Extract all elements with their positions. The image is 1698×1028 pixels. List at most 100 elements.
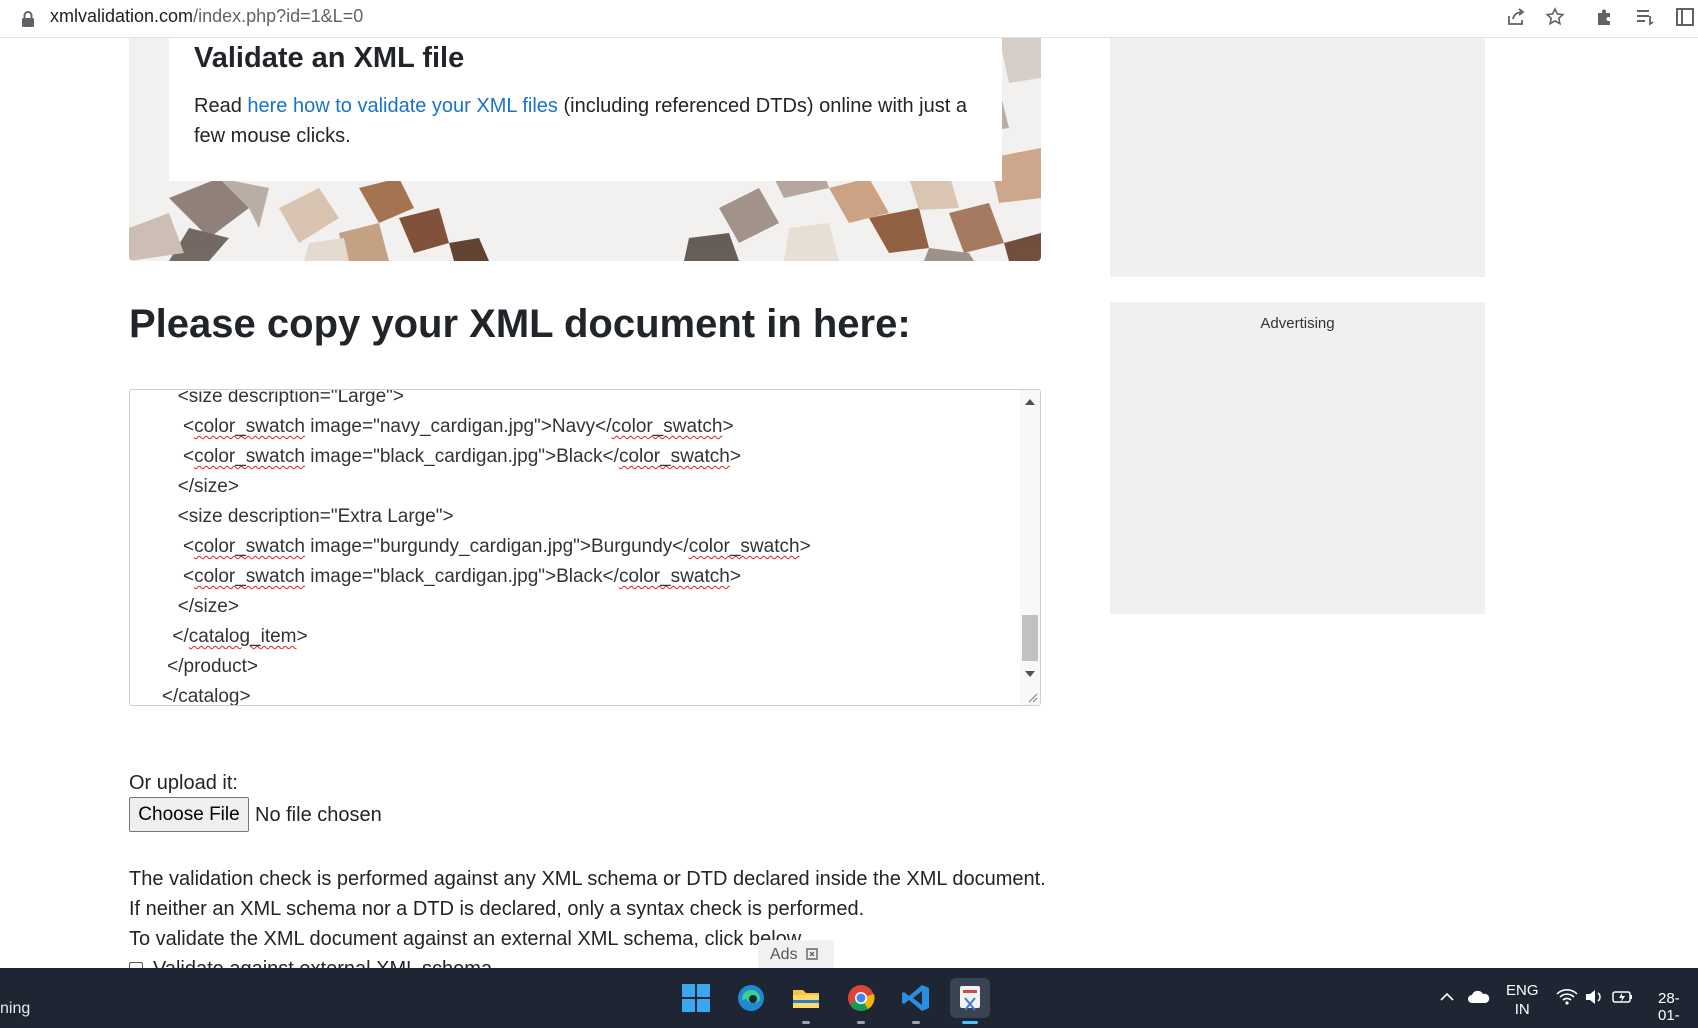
xml-misspelled-token: color_swatch: [194, 416, 305, 437]
xml-line: </product>: [130, 652, 1010, 682]
xml-indent: [146, 566, 183, 587]
taskbar-status-text: ning: [0, 1000, 31, 1017]
xml-token: <: [182, 566, 195, 587]
description-line-3: To validate the XML document against an …: [129, 928, 806, 950]
xml-token: image="black_cardigan.jpg">Black</: [304, 446, 619, 467]
bookmark-star-icon[interactable]: [1541, 3, 1569, 31]
how-to-validate-link[interactable]: here how to validate your XML files: [247, 95, 558, 117]
xml-misspelled-token: color_swatch: [194, 536, 305, 557]
file-status: No file chosen: [255, 804, 382, 826]
xml-line: <size description="Large">: [130, 389, 1010, 412]
description-line-1: The validation check is performed agains…: [129, 868, 1046, 890]
xml-indent: [146, 416, 183, 437]
hero-banner: Validate an XML file Read here how to va…: [129, 38, 1041, 261]
xml-token: <size description="Extra Large">: [177, 506, 454, 527]
edge-browser-icon[interactable]: [731, 978, 771, 1018]
xml-misspelled-token: color_swatch: [688, 536, 800, 557]
snipping-tool-icon[interactable]: [950, 978, 990, 1024]
xml-misspelled-token: color_swatch: [611, 416, 723, 437]
xml-indent: [146, 476, 178, 497]
xml-indent: [146, 686, 162, 705]
active-indicator: [962, 1021, 978, 1024]
xml-misspelled-token: color_swatch: [618, 446, 730, 467]
xml-misspelled-token: catalog_item: [188, 626, 297, 647]
xml-indent: [146, 536, 183, 557]
xml-token: image="burgundy_cardigan.jpg">Burgundy</: [304, 536, 689, 557]
xml-indent: [146, 656, 167, 677]
vscode-icon[interactable]: [896, 978, 936, 1024]
xml-line: </catalog_item>: [130, 622, 1010, 652]
ads-tag-label: Ads: [770, 946, 798, 963]
url-field[interactable]: xmlvalidation.com/index.php?id=1&L=0: [50, 4, 363, 28]
xml-indent: [146, 626, 172, 647]
clock-date[interactable]: 28-01-: [1658, 990, 1698, 1024]
xml-misspelled-token: color_swatch: [618, 566, 730, 587]
validation-description: The validation check is performed agains…: [129, 864, 1089, 954]
description-line-2: If neither an XML schema nor a DTD is de…: [129, 898, 865, 920]
running-indicator: [802, 1021, 810, 1024]
xml-line: <color_swatch image="burgundy_cardigan.j…: [130, 532, 1010, 562]
xml-line: <color_swatch image="black_cardigan.jpg"…: [130, 562, 1010, 592]
xml-token: >: [729, 566, 741, 587]
choose-file-button[interactable]: Choose File: [129, 797, 249, 832]
hero-card: Validate an XML file Read here how to va…: [169, 38, 1002, 181]
file-explorer-icon[interactable]: [786, 978, 826, 1024]
xml-token: image="black_cardigan.jpg">Black</: [304, 566, 619, 587]
xml-textarea[interactable]: <size description="Large"> <color_swatch…: [129, 389, 1041, 706]
show-hidden-icons-chevron-up-icon[interactable]: [1438, 988, 1456, 1010]
scroll-up-arrow-icon[interactable]: [1025, 399, 1035, 405]
language-code: ENG: [1506, 982, 1539, 999]
share-icon[interactable]: [1502, 3, 1530, 31]
reading-list-icon[interactable]: [1631, 3, 1659, 31]
xml-token: <size description="Large">: [177, 389, 405, 407]
xml-indent: [146, 446, 183, 467]
xml-line: <color_swatch image="black_cardigan.jpg"…: [130, 442, 1010, 472]
page-title: Please copy your XML document in here:: [129, 302, 911, 346]
xml-token: </: [172, 626, 189, 647]
ads-tag[interactable]: Ads: [758, 940, 834, 970]
xml-indent: [146, 506, 178, 527]
url-path: /index.php?id=1&L=0: [193, 6, 364, 26]
region-code: IN: [1514, 1001, 1530, 1018]
extensions-puzzle-icon[interactable]: [1591, 3, 1619, 31]
running-indicator: [857, 1021, 865, 1024]
xml-token: >: [296, 626, 308, 647]
wifi-icon[interactable]: [1556, 988, 1578, 1010]
xml-line: <color_swatch image="navy_cardigan.jpg">…: [130, 412, 1010, 442]
xml-line: </size>: [130, 472, 1010, 502]
browser-address-bar: xmlvalidation.com/index.php?id=1&L=0: [0, 0, 1698, 38]
battery-icon[interactable]: [1612, 988, 1634, 1010]
lock-icon: [22, 11, 34, 27]
xml-token: </size>: [177, 596, 239, 617]
xml-token: </catalog>: [161, 686, 251, 706]
xml-token: >: [729, 446, 741, 467]
xml-token: image="navy_cardigan.jpg">Navy</: [304, 416, 612, 437]
volume-icon[interactable]: [1584, 988, 1604, 1010]
ad-placeholder: Advertising: [1110, 302, 1485, 614]
scroll-down-arrow-icon[interactable]: [1025, 671, 1035, 677]
ad-choices-icon: [806, 948, 818, 960]
scrollbar-thumb[interactable]: [1022, 615, 1038, 661]
xml-line: </catalog>: [130, 682, 1010, 706]
xml-misspelled-token: color_swatch: [194, 446, 305, 467]
xml-indent: [146, 596, 178, 617]
upload-label: Or upload it:: [129, 772, 238, 794]
xml-content: <size description="Large"> <color_swatch…: [130, 389, 1010, 706]
chrome-browser-icon[interactable]: [841, 978, 881, 1024]
onedrive-cloud-icon[interactable]: [1467, 988, 1491, 1010]
xml-token: </size>: [177, 476, 239, 497]
url-domain: xmlvalidation.com: [50, 6, 194, 26]
start-windows-icon[interactable]: [676, 978, 716, 1018]
xml-token: </product>: [167, 656, 258, 677]
xml-line: </size>: [130, 592, 1010, 622]
running-indicator: [912, 1021, 920, 1024]
resize-handle-icon[interactable]: [1026, 691, 1038, 703]
vertical-scrollbar[interactable]: [1020, 390, 1040, 705]
xml-token: >: [799, 536, 811, 557]
xml-token: <: [182, 446, 195, 467]
side-panel-icon[interactable]: [1671, 3, 1698, 31]
xml-line: <size description="Extra Large">: [130, 502, 1010, 532]
language-indicator[interactable]: ENG IN: [1506, 981, 1539, 1019]
xml-misspelled-token: color_swatch: [194, 566, 305, 587]
ad-placeholder-top: [1110, 38, 1485, 277]
